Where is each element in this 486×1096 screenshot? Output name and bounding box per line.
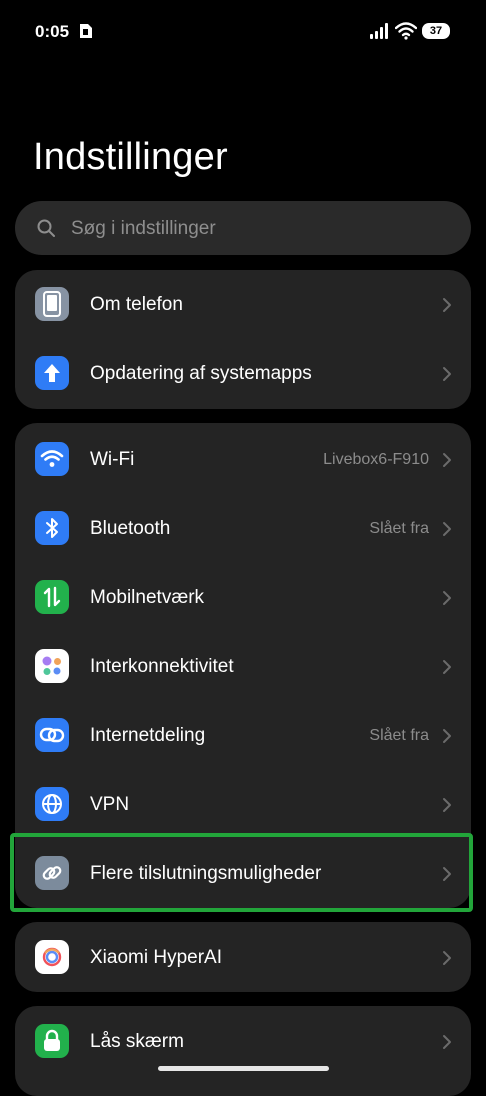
home-indicator[interactable]	[158, 1066, 329, 1071]
search-bar[interactable]	[15, 201, 471, 257]
phone-icon	[35, 287, 69, 321]
chevron-right-icon	[443, 660, 451, 674]
chevron-right-icon	[443, 453, 451, 467]
settings-item-label: Wi-Fi	[90, 449, 135, 470]
arrow-up-icon	[35, 356, 69, 390]
settings-item-label: Om telefon	[90, 294, 183, 315]
battery-level: 37	[429, 25, 443, 37]
settings-item-label: VPN	[90, 794, 130, 815]
settings-item-label: Mobilnetværk	[90, 587, 205, 608]
settings-item-label: Opdatering af systemapps	[90, 363, 312, 384]
chevron-right-icon	[443, 522, 451, 536]
settings-item-om-telefon[interactable]: Om telefon	[15, 270, 471, 339]
settings-item-value: Slået fra	[369, 520, 429, 537]
settings-group-ai: Xiaomi HyperAI	[15, 922, 471, 992]
chevron-right-icon	[443, 951, 451, 965]
lock-icon	[35, 1024, 69, 1058]
settings-item-value: Slået fra	[369, 727, 429, 744]
settings-group-lock: Lås skærm	[15, 1006, 471, 1096]
settings-item-internetdeling[interactable]: Internetdeling Slået fra	[15, 701, 471, 770]
status-bar: 0:05 37	[0, 0, 486, 64]
settings-item-opdatering-systemapps[interactable]: Opdatering af systemapps	[15, 339, 471, 408]
chevron-right-icon	[443, 298, 451, 312]
chevron-right-icon	[443, 798, 451, 812]
bluetooth-icon	[35, 511, 69, 545]
chevron-right-icon	[443, 591, 451, 605]
battery-indicator: 37	[422, 23, 450, 39]
settings-item-xiaomi-hyperai[interactable]: Xiaomi HyperAI	[15, 923, 471, 992]
settings-item-bluetooth[interactable]: Bluetooth Slået fra	[15, 494, 471, 563]
settings-item-label: Lås skærm	[90, 1031, 184, 1052]
hyperai-icon	[35, 940, 69, 974]
settings-item-label: Internetdeling	[90, 725, 206, 746]
wifi-icon	[35, 442, 69, 476]
mobile-data-icon	[35, 580, 69, 614]
settings-item-label: Interkonnektivitet	[90, 656, 234, 677]
chevron-right-icon	[443, 729, 451, 743]
globe-icon	[35, 787, 69, 821]
settings-item-wifi[interactable]: Wi-Fi Livebox6-F910	[15, 425, 471, 494]
settings-item-interkonnektivitet[interactable]: Interkonnektivitet	[15, 632, 471, 701]
settings-item-label: Bluetooth	[90, 518, 171, 539]
settings-item-vpn[interactable]: VPN	[15, 770, 471, 839]
hotspot-icon	[35, 718, 69, 752]
selection-highlight	[10, 833, 473, 912]
settings-item-label: Xiaomi HyperAI	[90, 947, 222, 968]
wifi-status-icon	[395, 22, 417, 40]
search-icon	[37, 219, 55, 237]
interconnectivity-icon	[35, 649, 69, 683]
signal-icon	[370, 23, 388, 39]
status-time: 0:05	[35, 22, 70, 41]
chevron-right-icon	[443, 367, 451, 381]
page-title: Indstillinger	[33, 136, 228, 178]
chevron-right-icon	[443, 1035, 451, 1049]
settings-item-value: Livebox6-F910	[323, 451, 429, 468]
settings-item-mobilnetvaerk[interactable]: Mobilnetværk	[15, 563, 471, 632]
settings-group-system: Om telefon Opdatering af systemapps	[15, 270, 471, 409]
sim-card-icon	[80, 24, 92, 38]
search-input[interactable]	[69, 201, 453, 257]
